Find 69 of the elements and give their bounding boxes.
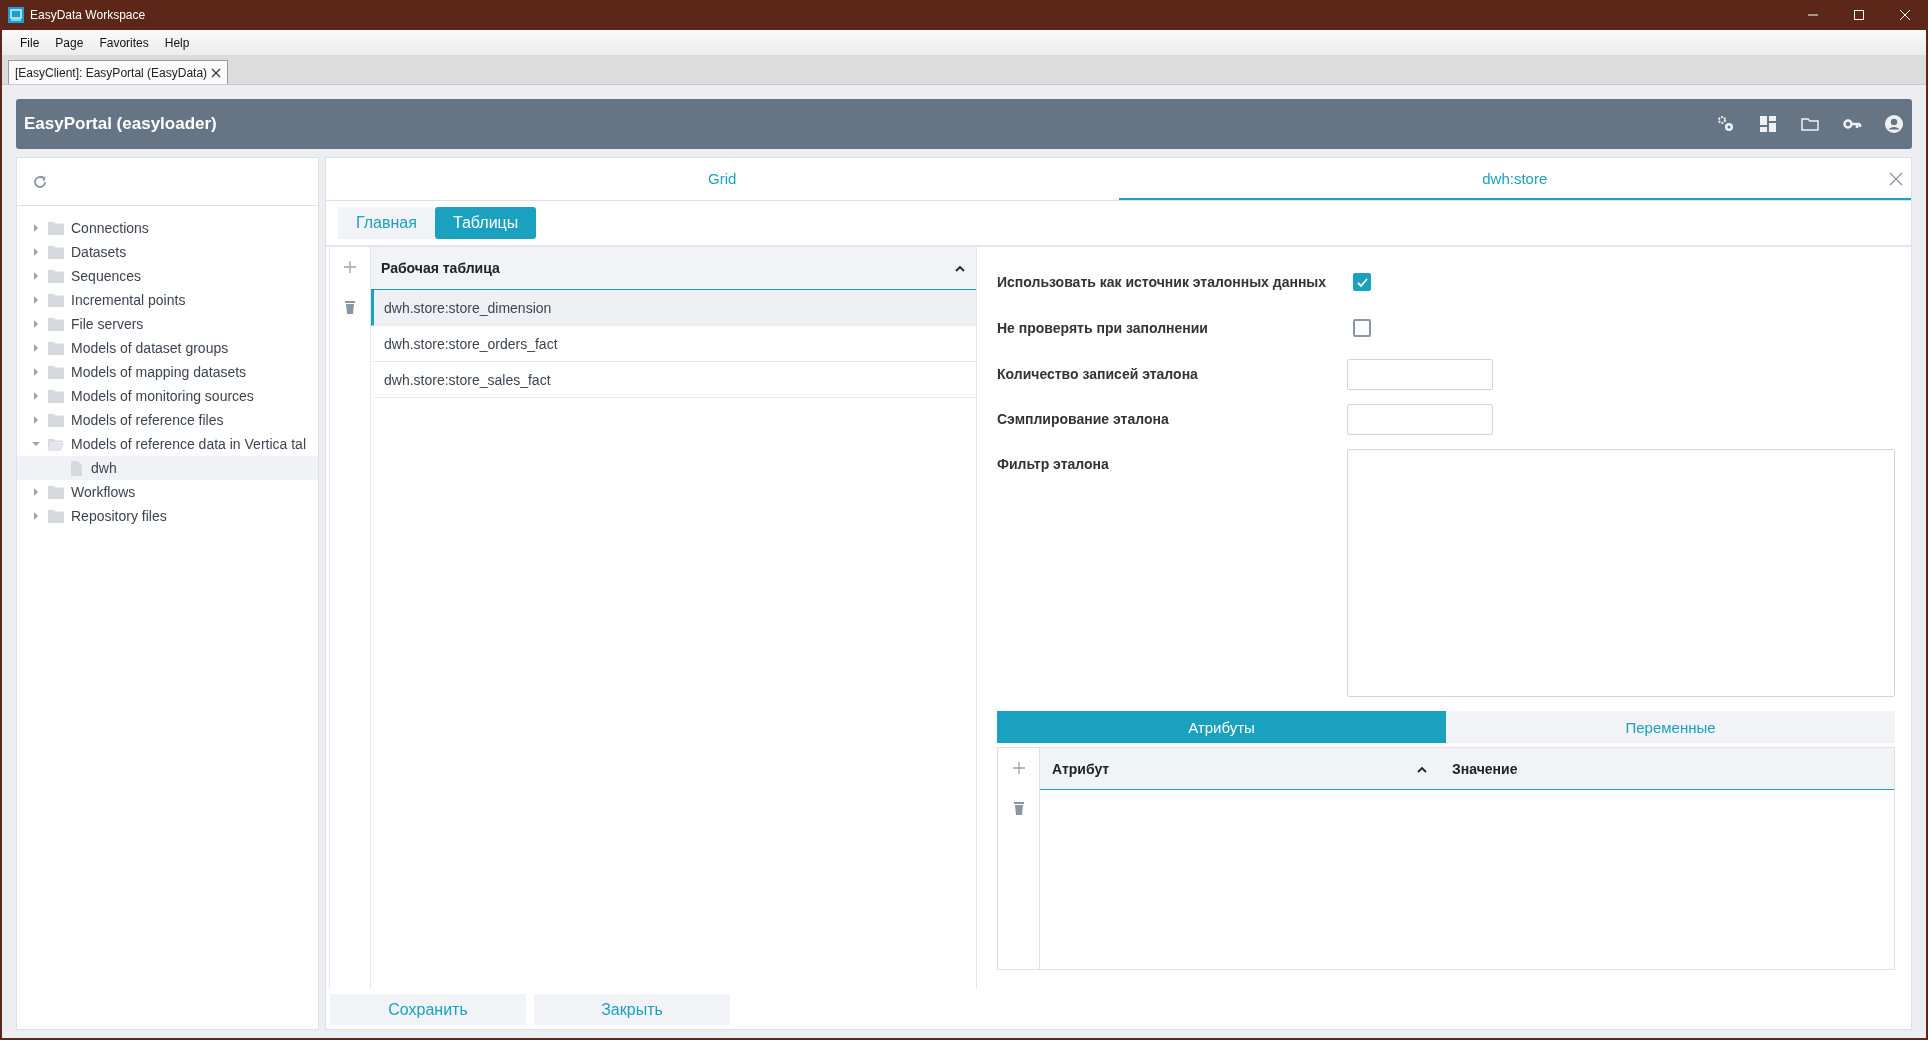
tree-item[interactable]: Workflows bbox=[17, 480, 318, 504]
expand-arrow-icon[interactable] bbox=[31, 295, 41, 305]
folder-icon bbox=[47, 292, 65, 308]
field-label: Количество записей эталона bbox=[997, 365, 1199, 382]
menu-item[interactable]: Help bbox=[156, 35, 198, 50]
folder-icon bbox=[47, 316, 65, 332]
folder-icon bbox=[47, 220, 65, 236]
folder-icon bbox=[47, 244, 65, 260]
gears-icon[interactable] bbox=[1716, 114, 1736, 134]
folder-icon bbox=[47, 484, 65, 500]
expand-arrow-icon[interactable] bbox=[31, 487, 41, 497]
tree-item[interactable]: Connections bbox=[17, 216, 318, 240]
expand-arrow-icon[interactable] bbox=[31, 343, 41, 353]
field-label: Использовать как источник эталонных данных bbox=[997, 273, 1328, 290]
tree-item[interactable]: Datasets bbox=[17, 240, 318, 264]
expand-arrow-icon[interactable] bbox=[31, 271, 41, 281]
tree-item[interactable]: Sequences bbox=[17, 264, 318, 288]
table-row[interactable]: dwh.store:store_sales_fact bbox=[371, 362, 976, 398]
page-title: EasyPortal (easyloader) bbox=[24, 114, 218, 134]
column-header[interactable]: Рабочая таблица bbox=[381, 260, 500, 276]
table-row[interactable]: dwh.store:store_orders_fact bbox=[371, 326, 976, 362]
field-label: Не проверять при заполнении bbox=[997, 319, 1209, 336]
delete-icon[interactable] bbox=[342, 299, 358, 315]
folder-icon bbox=[47, 508, 65, 524]
table-row[interactable]: dwh.store:store_dimension bbox=[371, 290, 976, 326]
add-icon[interactable] bbox=[342, 259, 358, 275]
menu-item[interactable]: Page bbox=[47, 35, 92, 50]
expand-arrow-icon[interactable] bbox=[31, 415, 41, 425]
maximize-icon[interactable] bbox=[1853, 9, 1865, 21]
tree-item[interactable]: Models of reference data in Vertica tal bbox=[17, 432, 318, 456]
expand-arrow-icon[interactable] bbox=[31, 223, 41, 233]
folder-icon bbox=[47, 412, 65, 428]
tree-item[interactable]: Models of monitoring sources bbox=[17, 384, 318, 408]
folder-icon bbox=[47, 436, 65, 452]
tree-item[interactable]: dwh bbox=[17, 456, 318, 480]
folder-icon bbox=[47, 364, 65, 380]
input-field[interactable] bbox=[1347, 359, 1493, 390]
folder-icon bbox=[47, 340, 65, 356]
input-field[interactable] bbox=[1347, 404, 1493, 435]
tree-item[interactable]: Models of reference files bbox=[17, 408, 318, 432]
window-title: EasyData Workspace bbox=[30, 8, 147, 22]
menu-item[interactable]: File bbox=[12, 35, 48, 50]
tree-item[interactable]: Models of dataset groups bbox=[17, 336, 318, 360]
close-icon[interactable] bbox=[211, 67, 222, 78]
tree-item[interactable]: Repository files bbox=[17, 504, 318, 528]
column-header[interactable]: Значение bbox=[1440, 760, 1518, 777]
folder-icon bbox=[47, 388, 65, 404]
dashboard-icon[interactable] bbox=[1758, 114, 1778, 134]
expand-arrow-icon[interactable] bbox=[31, 511, 41, 521]
tree-item[interactable]: Models of mapping datasets bbox=[17, 360, 318, 384]
expand-arrow-icon[interactable] bbox=[31, 391, 41, 401]
expand-arrow-icon[interactable] bbox=[31, 367, 41, 377]
menu-item[interactable]: Favorites bbox=[91, 35, 157, 50]
field-label: Фильтр эталона bbox=[997, 455, 1110, 472]
add-icon[interactable] bbox=[1010, 760, 1027, 776]
tree-item[interactable]: File servers bbox=[17, 312, 318, 336]
collapse-arrow-icon[interactable] bbox=[31, 439, 41, 449]
tree-item[interactable]: Incremental points bbox=[17, 288, 318, 312]
checkbox[interactable] bbox=[1353, 273, 1371, 291]
user-avatar-icon[interactable] bbox=[1884, 114, 1904, 134]
expand-arrow-icon[interactable] bbox=[31, 319, 41, 329]
column-header[interactable]: Атрибут bbox=[1052, 760, 1110, 777]
app-logo-icon bbox=[8, 7, 24, 23]
document-tab[interactable]: [EasyClient]: EasyPortal (EasyData) bbox=[8, 60, 229, 84]
expand-arrow-icon[interactable] bbox=[31, 247, 41, 257]
field-label: Сэмплирование эталона bbox=[997, 410, 1170, 427]
chevron-up-icon[interactable] bbox=[954, 263, 966, 273]
folder-icon bbox=[47, 268, 65, 284]
checkbox[interactable] bbox=[1353, 319, 1371, 337]
